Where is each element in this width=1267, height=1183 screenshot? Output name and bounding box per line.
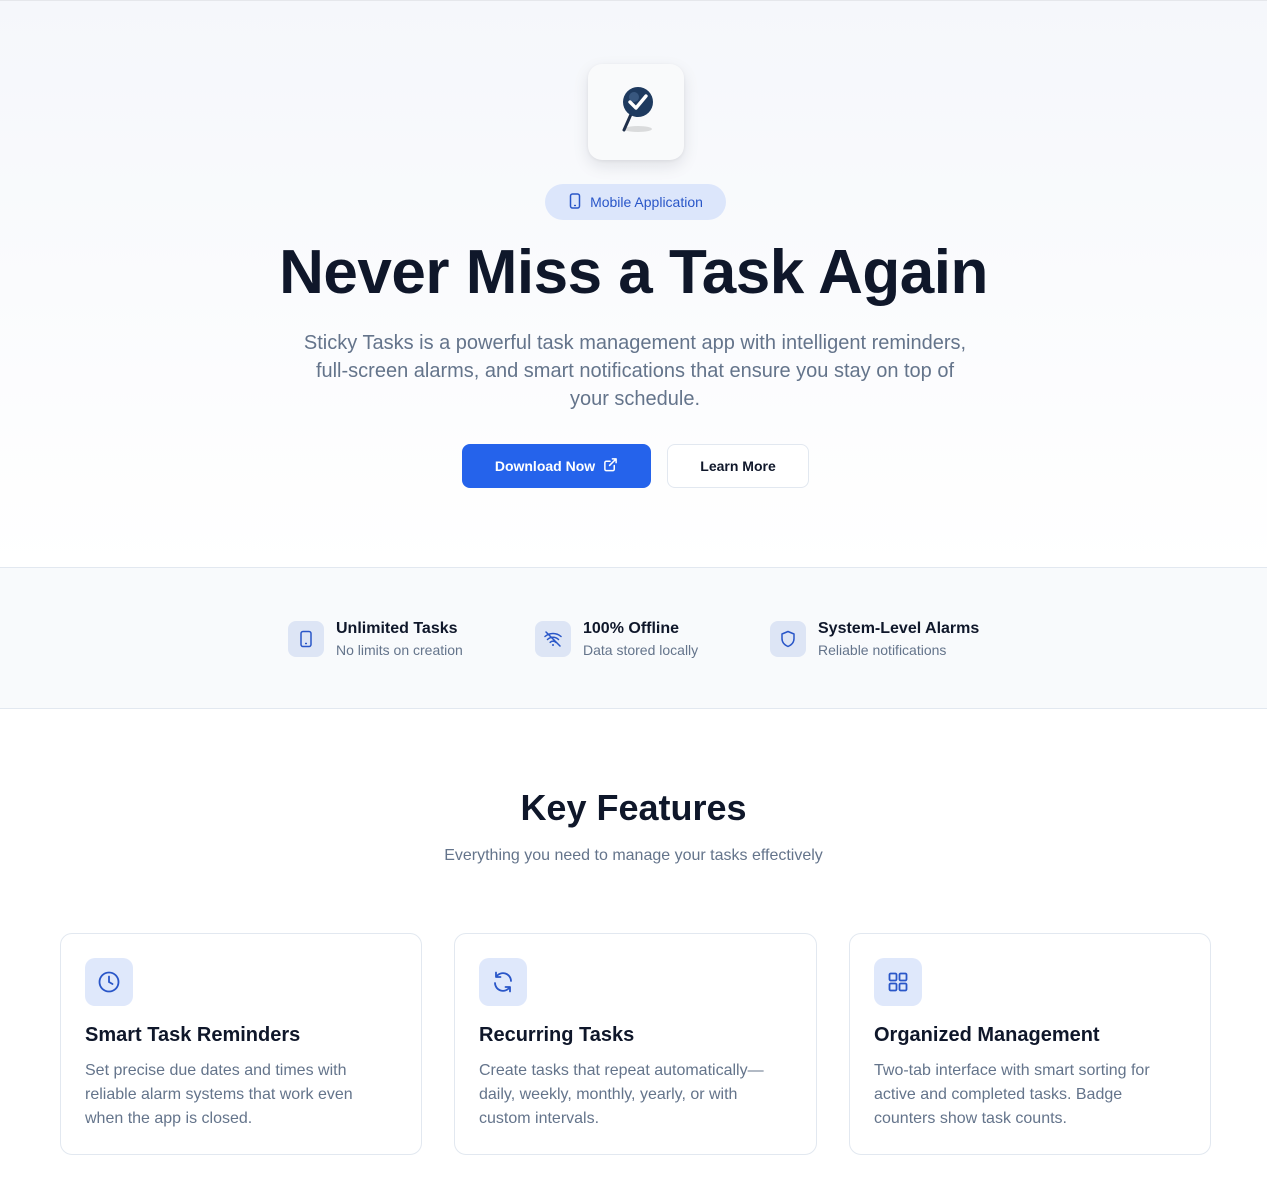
learn-more-button[interactable]: Learn More: [667, 444, 809, 488]
category-badge: Mobile Application: [545, 184, 726, 220]
feature-card-recurring: Recurring Tasks Create tasks that repeat…: [454, 933, 817, 1155]
refresh-icon: [479, 958, 527, 1006]
download-now-button[interactable]: Download Now: [462, 444, 651, 488]
grid-icon: [874, 958, 922, 1006]
card-title: Organized Management: [874, 1024, 1100, 1046]
badge-label: Mobile Application: [590, 194, 703, 210]
stat-title: System-Level Alarms: [818, 620, 980, 637]
stat-desc: Data stored locally: [583, 642, 699, 658]
external-link-icon: [603, 457, 618, 475]
wifi-off-icon: [535, 621, 571, 657]
app-logo: [588, 64, 684, 160]
features-title: Key Features: [520, 787, 747, 828]
card-title: Smart Task Reminders: [85, 1024, 301, 1046]
shield-icon: [770, 621, 806, 657]
pin-check-icon: [614, 84, 658, 141]
stat-offline: 100% Offline Data stored locally: [535, 619, 698, 661]
clock-icon: [85, 958, 133, 1006]
card-desc: Two-tab interface with smart sorting for…: [874, 1062, 1150, 1127]
stat-desc: Reliable notifications: [818, 642, 947, 658]
card-title: Recurring Tasks: [479, 1024, 635, 1046]
hero-subtitle: Sticky Tasks is a powerful task manageme…: [303, 332, 967, 410]
feature-card-management: Organized Management Two-tab interface w…: [849, 933, 1211, 1155]
smartphone-icon: [568, 192, 582, 212]
smartphone-icon: [288, 621, 324, 657]
stat-system-alarms: System-Level Alarms Reliable notificatio…: [770, 619, 979, 661]
stat-title: Unlimited Tasks: [336, 620, 458, 637]
stat-desc: No limits on creation: [336, 642, 463, 658]
stats-bar: Unlimited Tasks No limits on creation 10…: [0, 567, 1267, 709]
card-desc: Create tasks that repeat automatically—d…: [479, 1062, 764, 1127]
stat-unlimited-tasks: Unlimited Tasks No limits on creation: [288, 619, 463, 661]
stat-title: 100% Offline: [583, 620, 680, 637]
hero-section: Mobile Application Never Miss a Task Aga…: [0, 0, 1267, 568]
features-subtitle: Everything you need to manage your tasks…: [444, 847, 823, 864]
feature-card-reminders: Smart Task Reminders Set precise due dat…: [60, 933, 422, 1155]
card-desc: Set precise due dates and times with rel…: [85, 1062, 353, 1127]
download-now-label: Download Now: [494, 458, 596, 474]
hero-title: Never Miss a Task Again: [279, 238, 988, 307]
